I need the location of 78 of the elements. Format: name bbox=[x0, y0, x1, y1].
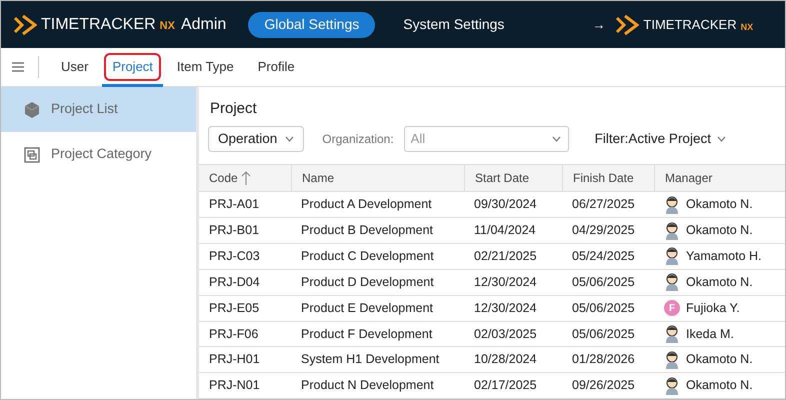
table-cell-text: 09/30/2024 bbox=[473, 196, 538, 214]
table-cell-text: 09/26/2025 bbox=[571, 377, 636, 394]
type-dropdown[interactable]: Operation bbox=[208, 126, 304, 152]
table-cell-text: 01/28/2026 bbox=[571, 351, 636, 368]
tab[interactable]: Profile bbox=[248, 48, 305, 86]
category-icon bbox=[23, 146, 41, 164]
table-cell-text: Product B Development bbox=[300, 222, 434, 240]
table-cell-text: 05/24/2025 bbox=[571, 248, 636, 266]
column-header[interactable]: Manager bbox=[654, 164, 785, 192]
table-cell-text: PRJ-F06 bbox=[208, 326, 260, 343]
table-cell-text: 05/06/2025 bbox=[571, 326, 636, 343]
table-cell-text: PRJ-C03 bbox=[208, 248, 261, 266]
table-cell-text: PRJ-D04 bbox=[208, 274, 261, 291]
chevron-icon bbox=[552, 136, 561, 142]
table-cell-text: PRJ-N01 bbox=[208, 377, 261, 394]
filter-dropdown[interactable]: Filter:Active Project bbox=[594, 128, 726, 149]
logo-icon bbox=[13, 14, 37, 36]
page-title: Project bbox=[209, 99, 258, 119]
person-avatar-icon bbox=[664, 247, 680, 266]
avatar-initial: F bbox=[664, 300, 680, 316]
cube-icon bbox=[23, 100, 41, 118]
logo-icon bbox=[615, 14, 640, 36]
manager-name: Fujioka Y. bbox=[686, 300, 740, 317]
person-avatar-icon bbox=[664, 376, 680, 395]
table-cell-text: Product C Development bbox=[300, 248, 435, 266]
table-cell-text: PRJ-B01 bbox=[208, 222, 260, 240]
table-cell-text: 05/06/2025 bbox=[571, 274, 636, 291]
table-cell-text: 04/29/2025 bbox=[571, 222, 636, 240]
sidebar-item[interactable]: Project List bbox=[1, 87, 196, 132]
tab[interactable]: Item Type bbox=[166, 48, 244, 86]
logo-suffix: NX bbox=[160, 19, 175, 34]
table-cell-text: Product A Development bbox=[300, 196, 433, 214]
person-avatar-icon bbox=[664, 350, 680, 369]
chevron-icon bbox=[716, 136, 726, 142]
table-cell-text: 02/03/2025 bbox=[473, 326, 538, 343]
logo-text: TIMETRACKER bbox=[643, 16, 737, 34]
menu-icon[interactable] bbox=[12, 62, 24, 72]
logo-suffix: NX bbox=[740, 21, 754, 34]
tab[interactable]: User bbox=[51, 48, 98, 86]
manager-name: Okamoto N. bbox=[686, 377, 753, 394]
person-avatar-icon bbox=[664, 196, 680, 214]
table-cell-text: Product D Development bbox=[300, 274, 435, 291]
manager-name: Okamoto N. bbox=[686, 351, 753, 368]
table-cell-text: System H1 Development bbox=[300, 351, 440, 368]
table-cell-text: 02/21/2025 bbox=[473, 248, 538, 266]
person-avatar-icon bbox=[664, 222, 680, 240]
logo-text: TIMETRACKER bbox=[41, 14, 156, 34]
table-cell-text: 12/30/2024 bbox=[473, 274, 538, 291]
manager-name: Okamoto N. bbox=[686, 274, 753, 291]
column-header[interactable]: Name bbox=[291, 164, 464, 192]
person-avatar-icon bbox=[664, 273, 680, 292]
manager-name: Okamoto N. bbox=[686, 196, 753, 214]
column-header[interactable]: Start Date bbox=[464, 164, 562, 192]
organization-select[interactable]: All bbox=[404, 126, 569, 152]
app-label: Admin bbox=[180, 14, 226, 34]
column-header[interactable]: Finish Date bbox=[562, 164, 654, 192]
table-cell-text: Product E Development bbox=[300, 300, 434, 317]
table-cell-text: Product N Development bbox=[300, 377, 435, 394]
manager-name: Okamoto N. bbox=[686, 222, 753, 240]
table-cell-text: 12/30/2024 bbox=[473, 300, 538, 317]
column-header[interactable]: Code bbox=[199, 164, 291, 192]
manager-name: Yamamoto H. bbox=[686, 248, 762, 266]
table-cell-text: Product F Development bbox=[300, 326, 434, 343]
person-avatar-icon bbox=[664, 324, 680, 343]
table-cell-text: 05/06/2025 bbox=[571, 300, 636, 317]
table-cell-text: PRJ-E05 bbox=[208, 300, 260, 317]
table-cell-text: 06/27/2025 bbox=[571, 196, 636, 214]
table-cell-text: 10/28/2024 bbox=[473, 351, 538, 368]
table-cell-text: 02/17/2025 bbox=[473, 377, 538, 394]
arrow-icon[interactable]: → bbox=[592, 14, 606, 34]
nav-tab[interactable]: Global Settings bbox=[248, 12, 376, 38]
manager-name: Ikeda M. bbox=[686, 326, 734, 343]
table-cell-text: PRJ-A01 bbox=[208, 196, 260, 214]
table-cell-text: 11/04/2024 bbox=[473, 222, 537, 240]
table-cell-text: PRJ-H01 bbox=[208, 351, 261, 368]
nav-tab[interactable]: System Settings bbox=[387, 12, 520, 38]
chevron-icon bbox=[285, 136, 294, 142]
organization-label: Organization: bbox=[322, 130, 394, 148]
